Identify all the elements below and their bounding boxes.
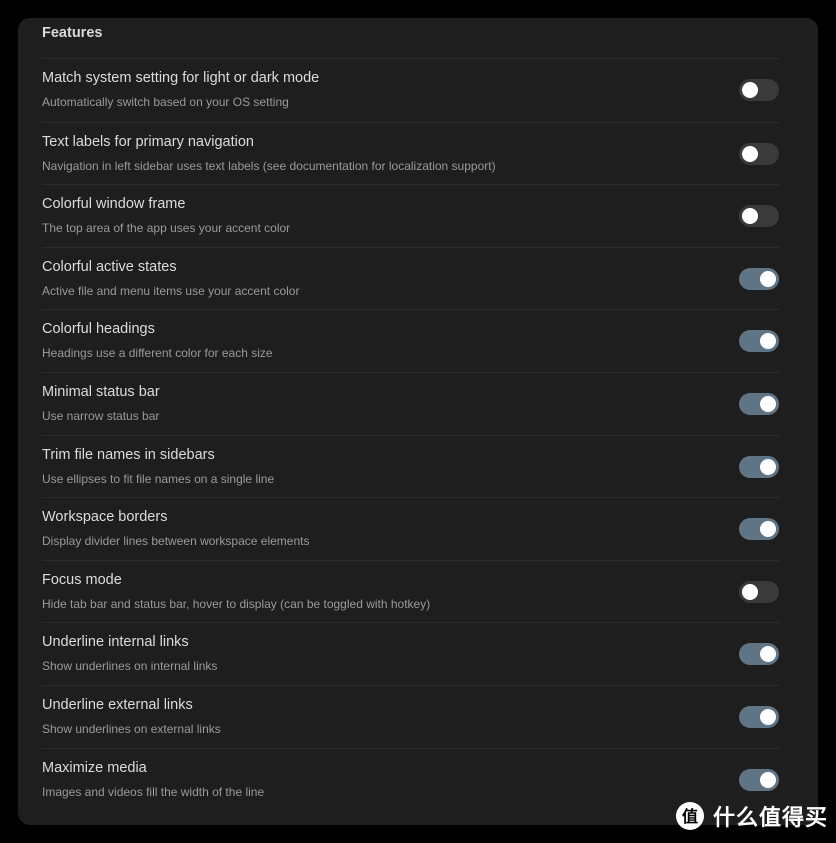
- toggle-knob: [760, 521, 776, 538]
- toggle-knob: [760, 771, 776, 788]
- setting-description: Hide tab bar and status bar, hover to di…: [42, 596, 431, 611]
- features-panel: Features Match system setting for light …: [18, 18, 818, 825]
- setting-toggle[interactable]: [739, 79, 779, 101]
- setting-description: Use ellipses to fit file names on a sing…: [42, 471, 275, 486]
- settings-list: Match system setting for light or dark m…: [42, 59, 779, 810]
- setting-name: Maximize media: [42, 759, 147, 776]
- setting-description: Show underlines on internal links: [42, 659, 218, 674]
- setting-name: Underline external links: [42, 696, 193, 713]
- setting-row: Maximize media Images and videos fill th…: [42, 747, 779, 811]
- setting-name: Match system setting for light or dark m…: [42, 70, 320, 86]
- setting-description: Show underlines on external links: [42, 721, 221, 736]
- toggle-knob: [760, 458, 776, 475]
- section-title: Features: [42, 25, 103, 41]
- setting-toggle[interactable]: [739, 392, 779, 415]
- toggle-knob: [742, 82, 758, 98]
- setting-name: Text labels for primary navigation: [42, 133, 254, 150]
- setting-row: Focus mode Hide tab bar and status bar, …: [42, 559, 779, 623]
- setting-toggle[interactable]: [739, 205, 779, 228]
- toggle-knob: [760, 333, 776, 350]
- watermark: 值 什么值得买: [675, 799, 828, 833]
- setting-row: Colorful window frame The top area of th…: [42, 184, 779, 247]
- setting-name: Focus mode: [42, 571, 122, 588]
- setting-row: Text labels for primary navigation Navig…: [42, 121, 779, 185]
- toggle-knob: [760, 646, 776, 663]
- svg-text:值: 值: [682, 807, 698, 826]
- setting-toggle[interactable]: [739, 580, 779, 603]
- setting-toggle[interactable]: [739, 518, 779, 541]
- setting-description: Images and videos fill the width of the …: [42, 784, 265, 799]
- setting-row: Colorful headings Headings use a differe…: [42, 309, 779, 372]
- setting-name: Minimal status bar: [42, 383, 160, 400]
- setting-toggle[interactable]: [739, 330, 779, 353]
- setting-description: Use narrow status bar: [42, 408, 160, 423]
- setting-toggle[interactable]: [739, 267, 779, 290]
- setting-name: Workspace borders: [42, 509, 168, 526]
- toggle-knob: [760, 708, 776, 725]
- toggle-knob: [742, 208, 758, 225]
- toggle-knob: [760, 270, 776, 287]
- setting-toggle[interactable]: [739, 768, 779, 791]
- setting-description: Display divider lines between workspace …: [42, 534, 310, 549]
- setting-description: Headings use a different color for each …: [42, 346, 273, 361]
- watermark-text: 什么值得买: [712, 805, 828, 830]
- setting-name: Underline internal links: [42, 634, 189, 651]
- setting-name: Colorful window frame: [42, 196, 186, 213]
- setting-toggle[interactable]: [739, 455, 779, 478]
- setting-row: Underline internal links Show underlines…: [42, 622, 779, 685]
- setting-name: Colorful headings: [42, 321, 155, 338]
- setting-row: Match system setting for light or dark m…: [42, 59, 779, 122]
- setting-name: Colorful active states: [42, 258, 177, 275]
- toggle-knob: [760, 395, 776, 412]
- setting-name: Trim file names in sidebars: [42, 446, 215, 463]
- setting-row: Minimal status bar Use narrow status bar: [42, 371, 779, 435]
- setting-toggle[interactable]: [739, 142, 779, 165]
- toggle-knob: [742, 145, 758, 162]
- setting-row: Colorful active states Active file and m…: [42, 246, 779, 310]
- setting-description: Active file and menu items use your acce…: [42, 283, 300, 298]
- zhi-logo-icon: 值: [675, 802, 704, 830]
- setting-toggle[interactable]: [739, 705, 779, 728]
- setting-toggle[interactable]: [739, 643, 779, 666]
- setting-description: Automatically switch based on your OS se…: [42, 95, 289, 109]
- setting-row: Trim file names in sidebars Use ellipses…: [42, 434, 779, 498]
- setting-row: Underline external links Show underlines…: [42, 684, 779, 748]
- toggle-knob: [742, 583, 758, 600]
- setting-description: Navigation in left sidebar uses text lab…: [42, 158, 496, 173]
- setting-description: The top area of the app uses your accent…: [42, 221, 291, 236]
- setting-row: Workspace borders Display divider lines …: [42, 497, 779, 560]
